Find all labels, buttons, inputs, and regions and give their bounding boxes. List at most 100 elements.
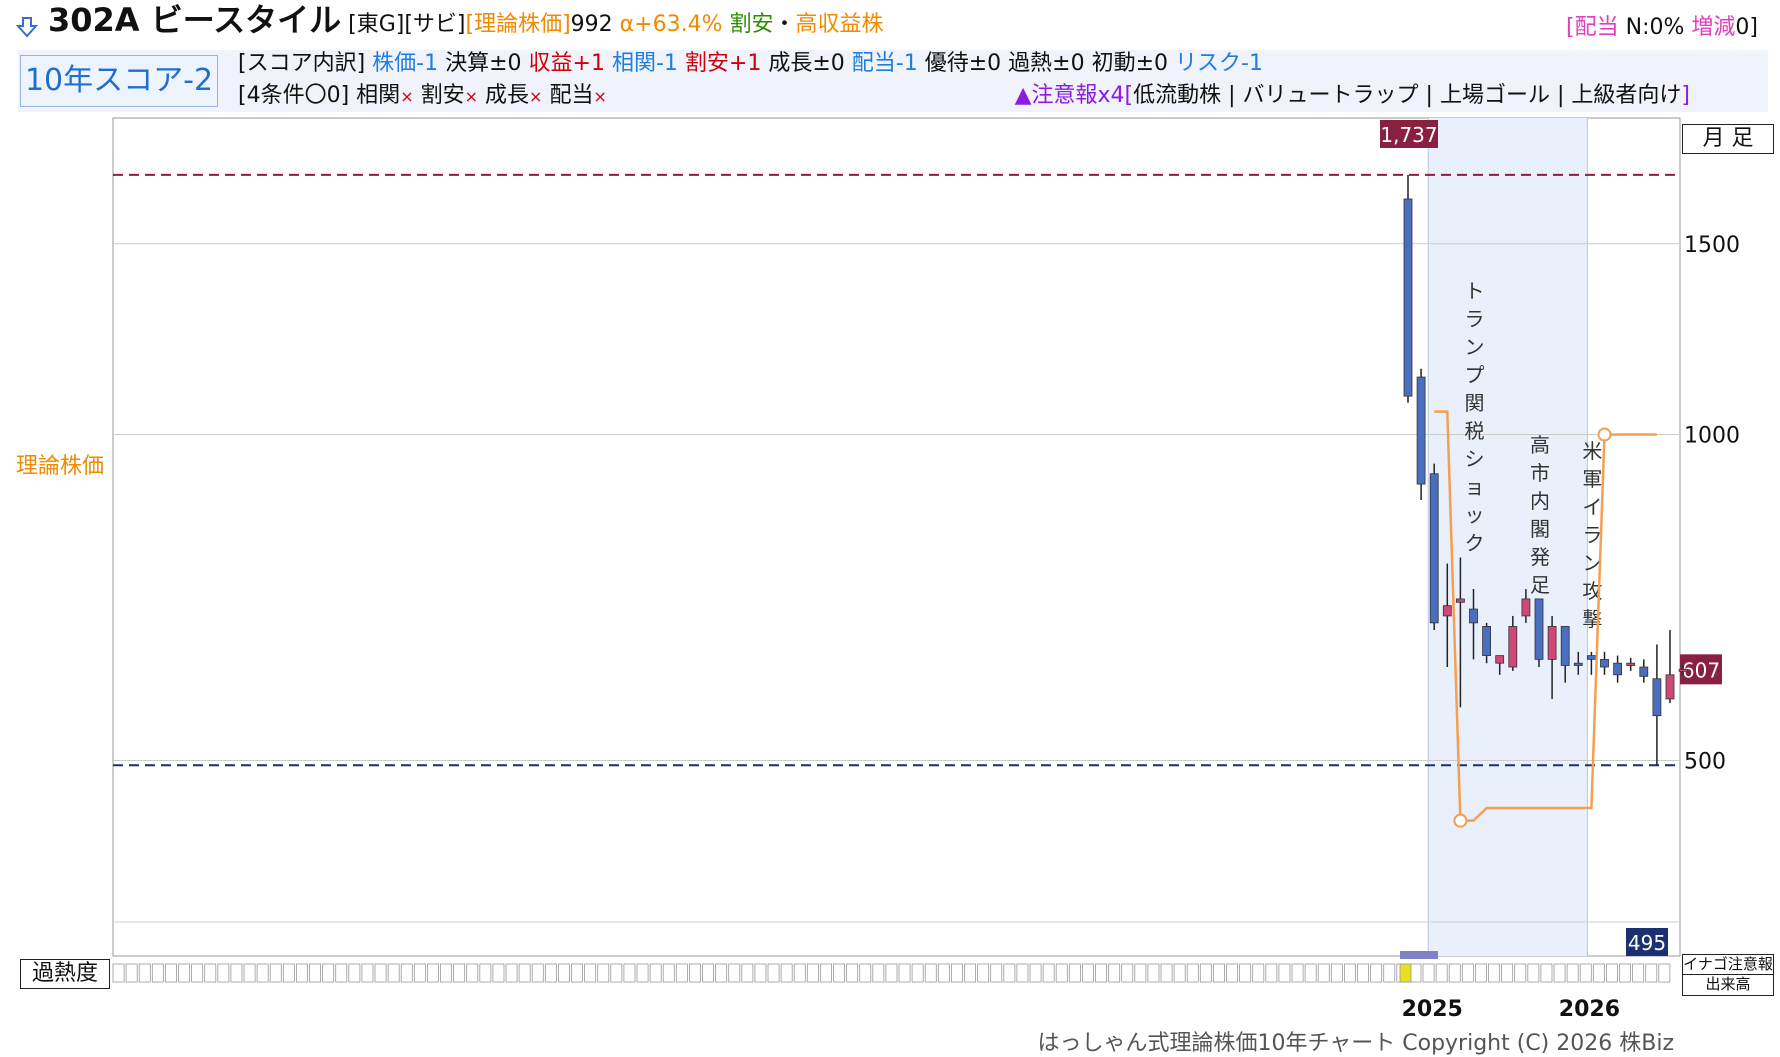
period-label: 月 足: [1682, 124, 1774, 154]
overheat-volume-bar: [1400, 951, 1438, 959]
candle-body: [1639, 666, 1649, 677]
overheat-cell: [505, 963, 518, 983]
overheat-cell: [544, 963, 557, 983]
annotation-char: ッ: [1465, 503, 1485, 527]
candle-body: [1482, 626, 1491, 656]
candle-body: [1534, 598, 1544, 660]
overheat-cell: [1592, 963, 1605, 983]
overheat-cell: [1422, 963, 1435, 983]
annotation-char: ク: [1465, 531, 1485, 555]
last-price-label: 607: [1682, 658, 1720, 682]
overheat-cell: [518, 963, 531, 983]
overheat-cell: [571, 963, 584, 983]
overheat-cell: [990, 963, 1003, 983]
volume-label: イナゴ注意報 出来高: [1682, 954, 1774, 996]
overheat-cell: [1226, 963, 1239, 983]
overheat-cell: [964, 963, 977, 983]
overheat-cell: [256, 963, 269, 983]
overheat-cell: [413, 963, 426, 983]
overheat-cell: [1606, 963, 1618, 983]
candle-body: [1456, 598, 1465, 603]
overheat-cell: [361, 963, 374, 983]
overheat-cell: [1645, 963, 1658, 983]
overheat-cell: [1540, 963, 1553, 983]
overheat-cell-active: [1399, 963, 1412, 983]
overheat-cell: [269, 963, 282, 983]
overheat-cell: [715, 963, 728, 983]
overheat-cell: [610, 963, 623, 983]
candle-body: [1587, 655, 1596, 660]
overheat-cell: [898, 963, 911, 983]
overheat-cell: [178, 963, 191, 983]
overheat-cell: [1435, 963, 1448, 983]
price-chart: 500100015002025 20261,737495607トランプ関税ショック…: [112, 117, 1740, 1022]
overheat-cell: [479, 963, 492, 983]
candle-body: [1573, 662, 1583, 666]
theory-marker: [1453, 813, 1468, 828]
overheat-cell: [217, 963, 230, 983]
overheat-cell: [322, 963, 335, 983]
annotation-char: ラ: [1582, 523, 1602, 547]
overheat-cell: [1186, 963, 1199, 983]
high-marker-label: 1,737: [1380, 123, 1437, 147]
overheat-cell: [1082, 963, 1094, 983]
overheat-cell: [872, 963, 885, 983]
overheat-cell: [1108, 963, 1121, 983]
overheat-cell: [558, 963, 570, 983]
overheat-cell: [584, 963, 597, 983]
overheat-cell: [741, 963, 754, 983]
overheat-cell: [309, 963, 322, 983]
overheat-cell: [662, 963, 675, 983]
overheat-cell: [335, 963, 348, 983]
candle-body: [1560, 626, 1570, 666]
annotation-char: 足: [1530, 573, 1550, 597]
candle-body: [1665, 674, 1675, 700]
overheat-cell: [780, 963, 793, 983]
candle-body: [1547, 626, 1557, 660]
overheat-cell: [112, 963, 125, 983]
annotation-char: ョ: [1465, 475, 1485, 499]
y-tick-label: 1500: [1684, 233, 1740, 258]
x-tick-label: 2026: [1559, 997, 1620, 1022]
annotation-char: 内: [1530, 489, 1550, 513]
overheat-cell: [1330, 963, 1343, 983]
overheat-cell: [702, 963, 715, 983]
overheat-cell: [1134, 963, 1147, 983]
overheat-cell: [164, 963, 177, 983]
overheat-cell: [924, 963, 937, 983]
annotation-char: 高: [1530, 433, 1550, 457]
overheat-cell: [885, 963, 898, 983]
overheat-cell: [1566, 963, 1579, 983]
overheat-cell: [440, 963, 453, 983]
volume-label-bottom: 出来高: [1683, 974, 1773, 994]
candle-body: [1442, 605, 1452, 617]
annotation-char: 軍: [1582, 467, 1602, 491]
overheat-cell: [282, 963, 295, 983]
overheat-cell: [1278, 963, 1291, 983]
overheat-cell: [204, 963, 217, 983]
overheat-cell: [1357, 963, 1370, 983]
y-tick-label: 1000: [1684, 424, 1740, 449]
overheat-label: 過熱度: [20, 959, 110, 989]
overheat-cell: [1344, 963, 1356, 983]
annotation-char: シ: [1465, 447, 1485, 471]
candle-body: [1678, 668, 1688, 672]
annotation-char: 税: [1465, 419, 1485, 443]
annotation-char: ラ: [1465, 307, 1485, 331]
overheat-cell: [1632, 963, 1645, 983]
overheat-cell: [977, 963, 990, 983]
overheat-cell: [1016, 963, 1029, 983]
overheat-cell: [1003, 963, 1016, 983]
overheat-cell: [793, 963, 806, 983]
candle-body: [1613, 662, 1622, 676]
overheat-cell: [1095, 963, 1108, 983]
candle-body: [1626, 662, 1636, 666]
x-tick-label: 2025: [1402, 997, 1463, 1022]
low-marker-label: 495: [1628, 931, 1666, 955]
overheat-cell: [1370, 963, 1383, 983]
annotation-char: ン: [1465, 335, 1485, 359]
annotation-char: 閣: [1530, 517, 1550, 541]
overheat-cell: [230, 963, 243, 983]
overheat-cell: [1514, 963, 1527, 983]
overheat-cell: [1291, 963, 1304, 983]
